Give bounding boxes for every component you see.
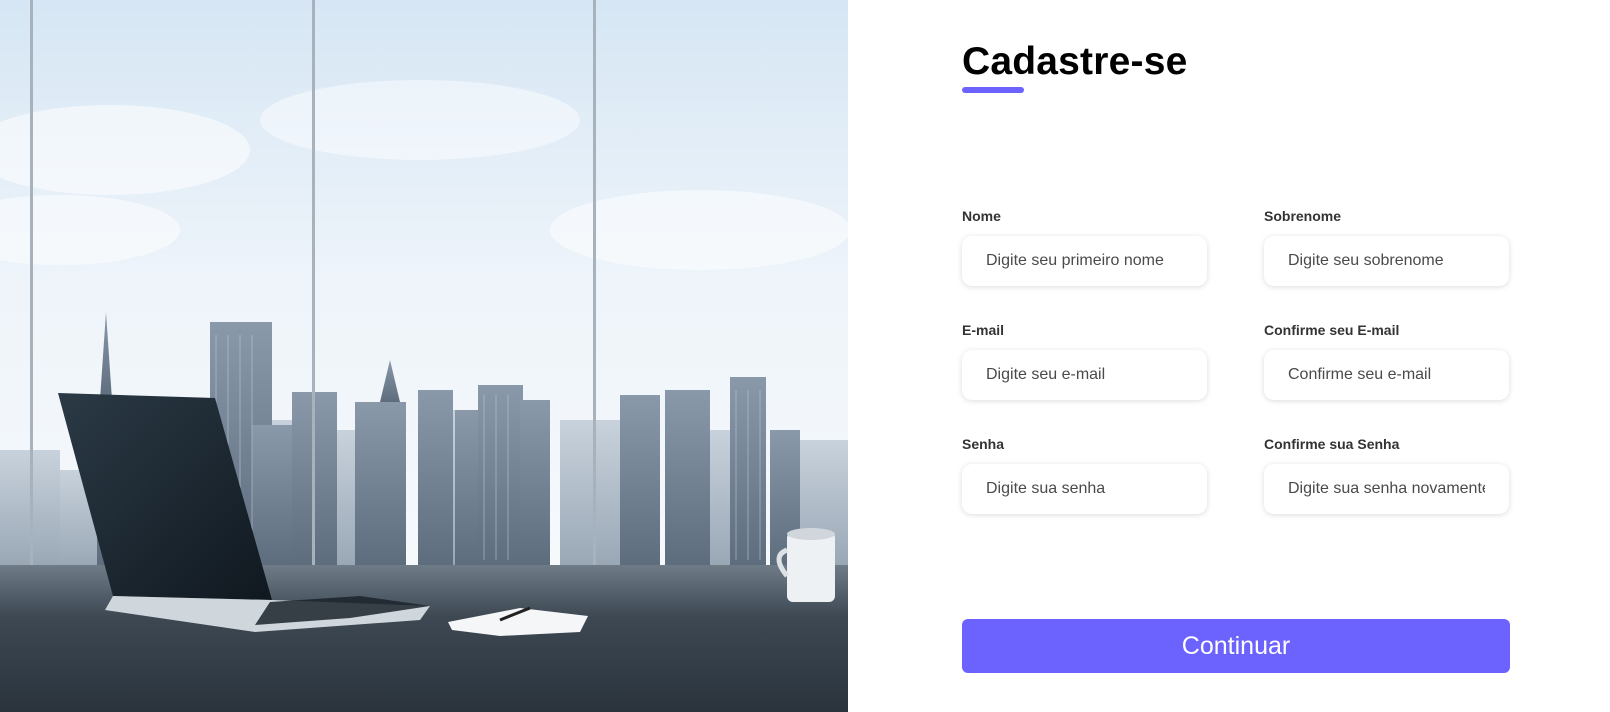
last-name-label: Sobrenome (1264, 208, 1342, 224)
password-field: Senha (962, 436, 1207, 514)
last-name-input[interactable] (1264, 236, 1509, 286)
email-input[interactable] (962, 350, 1207, 400)
page-title: Cadastre-se (962, 40, 1188, 83)
confirm-email-input[interactable] (1264, 350, 1509, 400)
password-label: Senha (962, 436, 1005, 452)
last-name-field: Sobrenome (1264, 208, 1509, 286)
confirm-password-field: Confirme sua Senha (1264, 436, 1509, 514)
signup-form: Cadastre-se Nome Sobrenome E-mail Confir… (962, 0, 1510, 712)
email-field: E-mail (962, 322, 1207, 400)
confirm-password-input[interactable] (1264, 464, 1509, 514)
confirm-email-label: Confirme seu E-mail (1264, 322, 1400, 338)
confirm-password-label: Confirme sua Senha (1264, 436, 1400, 452)
confirm-email-field: Confirme seu E-mail (1264, 322, 1509, 400)
first-name-input[interactable] (962, 236, 1207, 286)
password-input[interactable] (962, 464, 1207, 514)
title-underline (962, 87, 1024, 93)
email-label: E-mail (962, 322, 1005, 338)
signup-page: Cadastre-se Nome Sobrenome E-mail Confir… (0, 0, 1610, 712)
continue-button[interactable]: Continuar (962, 619, 1510, 673)
first-name-label: Nome (962, 208, 1001, 224)
office-city-illustration (0, 0, 848, 712)
first-name-field: Nome (962, 208, 1207, 286)
